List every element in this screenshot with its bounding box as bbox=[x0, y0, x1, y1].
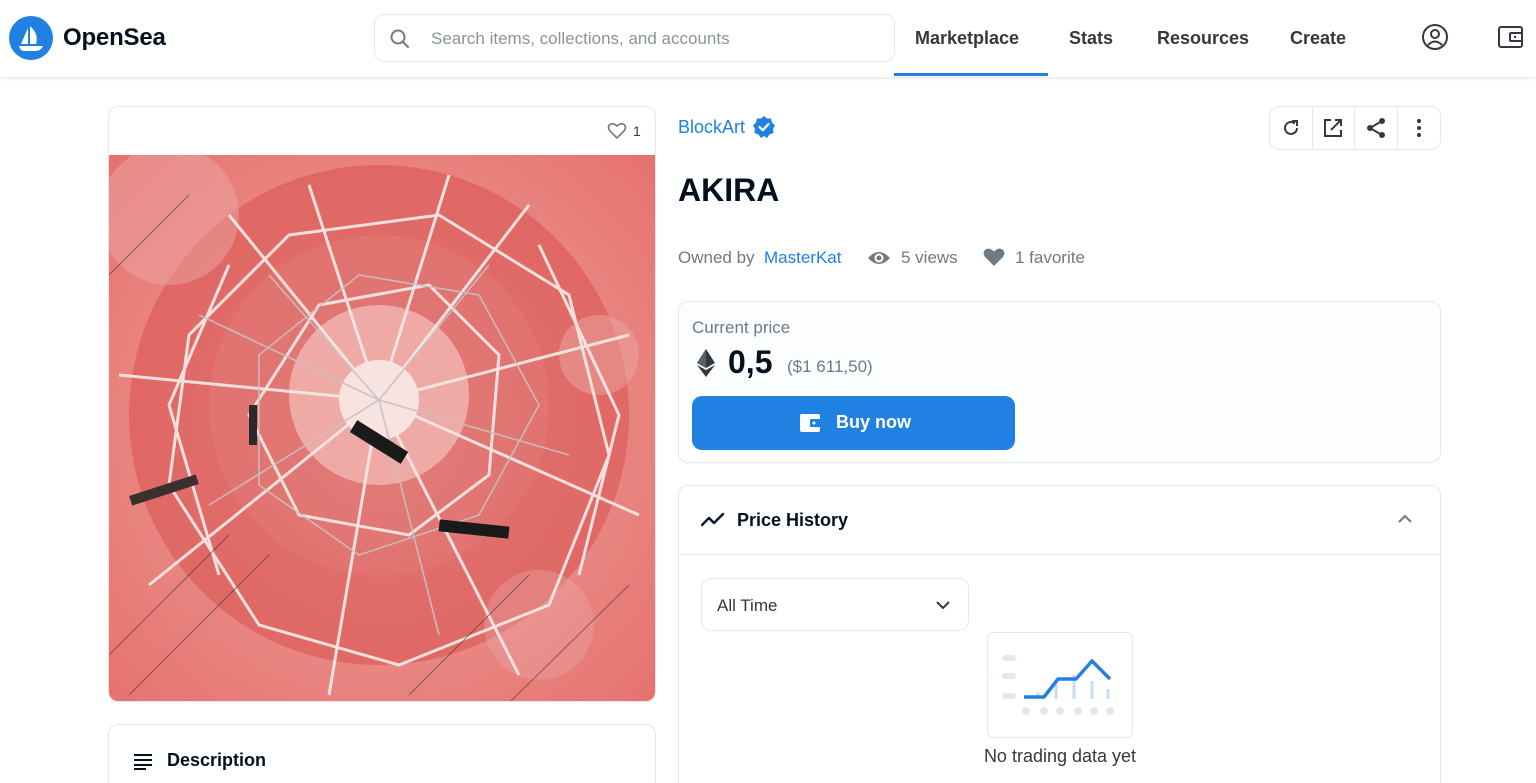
trending-line-icon bbox=[701, 512, 725, 527]
description-panel[interactable]: Description bbox=[108, 724, 656, 783]
favorite-heart-icon[interactable] bbox=[607, 121, 627, 141]
account-icon[interactable] bbox=[1421, 22, 1449, 52]
collection-link[interactable]: BlockArt bbox=[678, 117, 745, 138]
chevron-down-icon bbox=[936, 601, 950, 610]
search-input[interactable] bbox=[431, 25, 871, 53]
description-title: Description bbox=[167, 750, 267, 770]
price-history-panel: Price History All Time No trading data y… bbox=[678, 485, 1441, 783]
ethereum-icon bbox=[697, 349, 715, 377]
share-button[interactable] bbox=[1355, 107, 1398, 149]
chevron-up-icon[interactable] bbox=[1397, 513, 1413, 525]
wallet-icon bbox=[800, 414, 821, 432]
nft-artwork-image[interactable] bbox=[109, 145, 655, 701]
nav-active-indicator bbox=[894, 73, 1048, 76]
price-eth-value: 0,5 bbox=[728, 344, 773, 380]
nav-resources[interactable]: Resources bbox=[1157, 28, 1249, 49]
top-nav-bar: OpenSea Marketplace Stats Resources Crea… bbox=[0, 0, 1536, 77]
empty-chart-illustration bbox=[987, 632, 1133, 738]
buy-now-button[interactable]: Buy now bbox=[692, 396, 1015, 450]
asset-actions-group bbox=[1269, 106, 1441, 150]
opensea-logo-icon[interactable] bbox=[9, 16, 53, 60]
external-link-button[interactable] bbox=[1313, 107, 1355, 149]
brand-name[interactable]: OpenSea bbox=[63, 24, 166, 52]
wallet-icon[interactable] bbox=[1497, 22, 1525, 52]
favorites-heart-icon bbox=[983, 248, 1005, 266]
description-lines-icon bbox=[134, 754, 152, 770]
time-range-select[interactable]: All Time bbox=[701, 578, 969, 631]
favorite-count: 1 bbox=[633, 123, 641, 139]
price-panel: Current price 0,5 ($1 611,50) Buy now bbox=[678, 301, 1441, 463]
search-icon bbox=[390, 29, 409, 48]
current-price-label: Current price bbox=[692, 318, 791, 337]
views-count: 5 views bbox=[901, 248, 958, 267]
share-icon bbox=[1366, 118, 1385, 138]
image-card-header: 1 bbox=[109, 107, 655, 155]
refresh-icon bbox=[1283, 120, 1298, 135]
nav-stats[interactable]: Stats bbox=[1069, 28, 1113, 49]
price-history-header[interactable]: Price History bbox=[679, 486, 1440, 555]
owner-link[interactable]: MasterKat bbox=[764, 248, 841, 268]
time-range-value: All Time bbox=[717, 596, 778, 615]
buy-now-label: Buy now bbox=[836, 412, 911, 432]
favorites-count: 1 favorite bbox=[1015, 248, 1085, 267]
refresh-button[interactable] bbox=[1270, 107, 1313, 149]
asset-image-card: 1 bbox=[108, 106, 656, 702]
external-link-icon bbox=[1324, 119, 1343, 137]
verified-badge-icon bbox=[753, 116, 775, 138]
views-eye-icon bbox=[868, 252, 890, 264]
nav-marketplace[interactable]: Marketplace bbox=[915, 28, 1019, 49]
no-trading-data-text: No trading data yet bbox=[983, 746, 1137, 766]
more-options-button[interactable] bbox=[1398, 107, 1440, 149]
nav-create[interactable]: Create bbox=[1290, 28, 1346, 49]
price-history-title: Price History bbox=[737, 510, 849, 530]
search-bar[interactable] bbox=[374, 14, 895, 62]
more-icon bbox=[1416, 119, 1421, 137]
owned-by-label: Owned by bbox=[678, 248, 755, 267]
asset-title: AKIRA bbox=[678, 172, 780, 208]
price-usd-value: ($1 611,50) bbox=[787, 357, 873, 376]
